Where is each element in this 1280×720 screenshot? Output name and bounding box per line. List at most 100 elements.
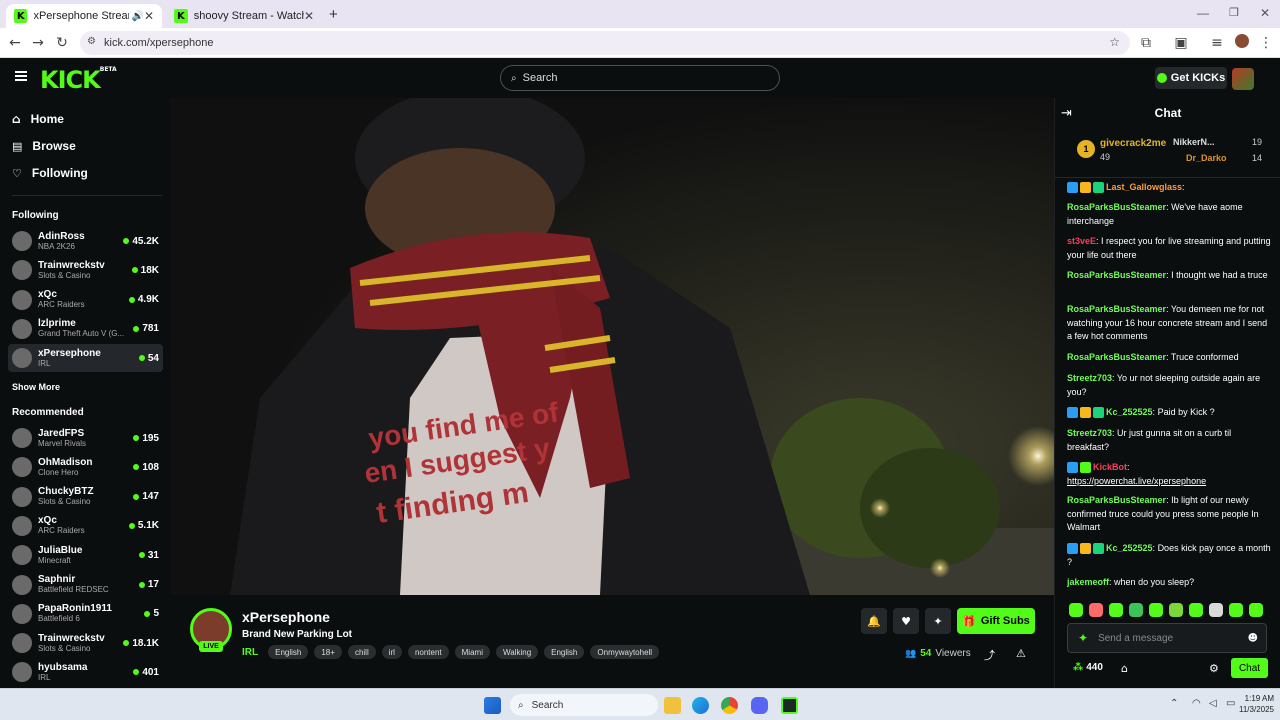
emote-icon[interactable] bbox=[1149, 603, 1163, 617]
emote-icon[interactable] bbox=[1209, 603, 1223, 617]
stream-tag[interactable]: irl bbox=[381, 645, 402, 659]
chat-username[interactable]: RosaParksBusSteamer bbox=[1067, 202, 1166, 212]
tray-chevron-icon[interactable]: ⌃ bbox=[1170, 698, 1178, 709]
sidebar-channel-item[interactable]: JuliaBlue Minecraft 31 bbox=[8, 541, 163, 569]
kick-app-icon[interactable] bbox=[781, 697, 798, 714]
emote-icon[interactable] bbox=[1229, 603, 1243, 617]
new-tab-icon[interactable]: + bbox=[329, 6, 338, 23]
profile-avatar[interactable] bbox=[1235, 34, 1249, 48]
category-link[interactable]: IRL bbox=[242, 647, 258, 658]
media-control-icon[interactable]: ≡ bbox=[1208, 34, 1226, 52]
chat-username[interactable]: Last_Gallowglass bbox=[1106, 182, 1182, 192]
sidebar-channel-item[interactable]: JaredFPS Marvel Rivals 195 bbox=[8, 424, 163, 452]
speaker-icon[interactable]: 🔊 bbox=[131, 11, 143, 22]
kick-logo[interactable]: KICKBETA bbox=[40, 66, 117, 94]
hamburger-menu-icon[interactable] bbox=[15, 71, 27, 81]
report-warning-icon[interactable]: ⚠ bbox=[1016, 647, 1026, 660]
user-avatar[interactable] bbox=[1232, 68, 1254, 90]
sidebar-channel-item[interactable]: hyubsama IRL 401 bbox=[8, 658, 163, 686]
chat-username[interactable]: Streetz703 bbox=[1067, 373, 1112, 383]
top-gifter-name[interactable]: givecrack2me bbox=[1100, 138, 1166, 149]
sidebar-channel-item[interactable]: Saphnir Battlefield REDSEC 17 bbox=[8, 571, 163, 599]
follow-heart-button[interactable]: ♥ bbox=[893, 608, 919, 634]
search-input[interactable]: ⌕ Search bbox=[500, 65, 780, 91]
emote-icon[interactable] bbox=[1089, 603, 1103, 617]
clock[interactable]: 1:19 AM 11/3/2025 bbox=[1224, 693, 1274, 715]
chrome-browser-icon[interactable] bbox=[721, 697, 738, 714]
sidebar-channel-item[interactable]: Trainwreckstv Slots & Casino 18K bbox=[8, 256, 163, 284]
chat-username[interactable]: st3veE bbox=[1067, 236, 1096, 246]
extensions-icon[interactable]: ⧉ bbox=[1137, 34, 1155, 52]
nav-following[interactable]: ♡ Following bbox=[12, 166, 88, 180]
chat-message-input[interactable]: ✦ Send a message ☻ bbox=[1067, 623, 1267, 653]
gift-subs-button[interactable]: 🎁 Gift Subs bbox=[957, 608, 1035, 634]
chat-username[interactable]: Kc_252525 bbox=[1106, 543, 1153, 553]
chat-username[interactable]: RosaParksBusSteamer bbox=[1067, 352, 1166, 362]
bookmark-star-icon[interactable]: ☆ bbox=[1109, 35, 1120, 49]
sidebar-channel-item[interactable]: xQc ARC Raiders 5.1K bbox=[8, 512, 163, 540]
chat-username[interactable]: Streetz703 bbox=[1067, 428, 1112, 438]
channel-points[interactable]: ⁂ 440 bbox=[1073, 662, 1103, 673]
stream-tag[interactable]: Onmywaytohell bbox=[590, 645, 660, 659]
minimize-icon[interactable]: — bbox=[1197, 6, 1209, 20]
show-more-link[interactable]: Show More bbox=[12, 382, 60, 392]
windows-start-icon[interactable] bbox=[484, 697, 501, 714]
chat-username[interactable]: KickBot bbox=[1093, 462, 1127, 472]
third-gifter-name[interactable]: Dr_Darko bbox=[1186, 153, 1227, 163]
browser-tab-active[interactable]: K xPersephone Stream - Watc 🔊 ✕ bbox=[6, 4, 162, 28]
stream-tag[interactable]: 18+ bbox=[314, 645, 342, 659]
reload-icon[interactable]: ↻ bbox=[53, 34, 71, 52]
sidebar-channel-item[interactable]: OhMadison Clone Hero 108 bbox=[8, 453, 163, 481]
emoji-picker-icon[interactable]: ☻ bbox=[1248, 633, 1258, 644]
url-field[interactable]: ⚙ kick.com/xpersephone ☆ bbox=[80, 31, 1130, 55]
chat-link[interactable]: https://powerchat.live/xpersephone bbox=[1067, 475, 1271, 489]
stream-tag[interactable]: nontent bbox=[407, 645, 449, 659]
chat-username[interactable]: RosaParksBusSteamer bbox=[1067, 304, 1166, 314]
emote-icon[interactable] bbox=[1069, 603, 1083, 617]
get-kicks-button[interactable]: Get KICKs bbox=[1155, 67, 1227, 89]
emote-icon[interactable] bbox=[1189, 603, 1203, 617]
back-icon[interactable]: ← bbox=[6, 34, 24, 52]
chat-username[interactable]: jakemeoff bbox=[1067, 577, 1109, 587]
stream-tag[interactable]: chill bbox=[347, 645, 376, 659]
sparkle-button[interactable]: ✦ bbox=[925, 608, 951, 634]
file-explorer-icon[interactable] bbox=[664, 697, 681, 714]
emote-icon[interactable] bbox=[1129, 603, 1143, 617]
second-gifter-name[interactable]: NikkerN... bbox=[1173, 137, 1215, 147]
chat-settings-gear-icon[interactable]: ⚙ bbox=[1209, 662, 1219, 675]
nav-home[interactable]: ⌂ Home bbox=[12, 112, 64, 126]
forward-icon[interactable]: → bbox=[29, 34, 47, 52]
chat-username[interactable]: RosaParksBusSteamer bbox=[1067, 495, 1166, 505]
sidebar-channel-item[interactable]: PapaRonin1911 Battlefield 6 5 bbox=[8, 600, 163, 628]
close-tab-icon[interactable]: ✕ bbox=[144, 9, 154, 23]
video-player[interactable]: you find me of en I suggest y t finding … bbox=[170, 98, 1054, 595]
share-icon[interactable]: ⤴ bbox=[984, 647, 995, 663]
chat-username[interactable]: Kc_252525 bbox=[1106, 407, 1153, 417]
site-info-icon[interactable]: ⚙ bbox=[87, 36, 96, 47]
emote-icon[interactable] bbox=[1169, 603, 1183, 617]
sidebar-channel-item[interactable]: AdinRoss NBA 2K26 45.2K bbox=[8, 227, 163, 255]
emote-icon[interactable] bbox=[1249, 603, 1263, 617]
close-window-icon[interactable]: ✕ bbox=[1260, 6, 1270, 20]
emote-icon[interactable] bbox=[1109, 603, 1123, 617]
close-tab-icon[interactable]: ✕ bbox=[304, 9, 314, 23]
stream-tag[interactable]: English bbox=[268, 645, 309, 659]
browser-tab[interactable]: K shoovy Stream - Watch Live on ✕ bbox=[166, 4, 322, 28]
stream-tag[interactable]: Miami bbox=[454, 645, 490, 659]
stream-tag[interactable]: Walking bbox=[495, 645, 539, 659]
volume-icon[interactable]: ◁ bbox=[1209, 698, 1217, 709]
send-chat-button[interactable]: Chat bbox=[1231, 658, 1268, 678]
stream-tag[interactable]: English bbox=[544, 645, 585, 659]
sidebar-channel-item[interactable]: xQc ARC Raiders 4.9K bbox=[8, 286, 163, 314]
sparkle-icon[interactable]: ✦ bbox=[1078, 631, 1088, 645]
notification-bell-button[interactable]: 🔔 bbox=[861, 608, 887, 634]
sidebar-channel-item[interactable]: lzlprime Grand Theft Auto V (G... 781 bbox=[8, 315, 163, 343]
nav-browse[interactable]: ▤ Browse bbox=[12, 139, 76, 153]
sidebar-channel-item[interactable]: Trainwreckstv Slots & Casino 18.1K bbox=[8, 629, 163, 657]
maximize-icon[interactable]: ❐ bbox=[1229, 6, 1239, 19]
taskbar-search[interactable]: ⌕ Search bbox=[510, 694, 658, 716]
wifi-icon[interactable]: ◠ bbox=[1192, 698, 1201, 709]
channel-name[interactable]: xPersephone bbox=[242, 609, 330, 625]
discord-icon[interactable] bbox=[751, 697, 768, 714]
store-icon[interactable]: ⌂ bbox=[1121, 662, 1128, 675]
